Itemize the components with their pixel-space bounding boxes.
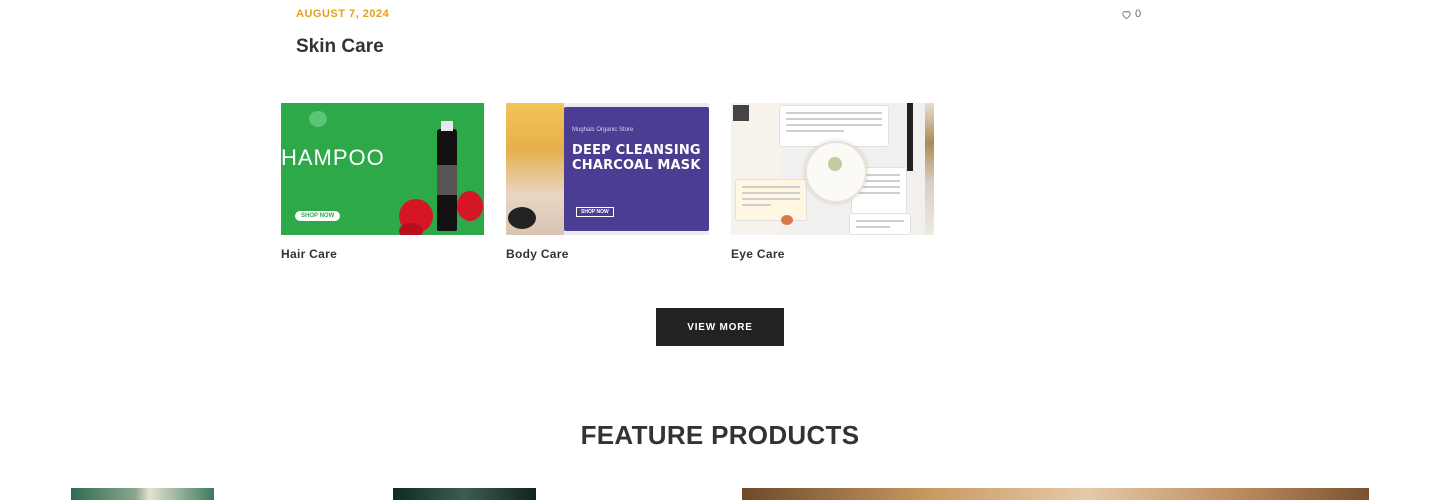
bottle-label — [437, 165, 457, 195]
image-strip — [925, 103, 934, 235]
brand-logo-icon — [309, 111, 327, 127]
dark-divider — [907, 103, 913, 171]
eye-care-image[interactable] — [731, 103, 934, 235]
hair-care-shop-button: SHOP NOW — [295, 211, 341, 221]
charcoal-jar — [508, 207, 536, 229]
review-bubble — [735, 179, 807, 221]
heart-icon — [1122, 10, 1131, 19]
featured-product-image[interactable] — [742, 488, 1369, 500]
post-date: AUGUST 7, 2024 — [296, 8, 390, 20]
promo-shop-button: SHOP NOW — [576, 207, 614, 217]
hibiscus-flower — [399, 223, 423, 235]
category-label[interactable]: Hair Care — [281, 247, 484, 261]
hair-care-headline: HAMPOO — [281, 145, 385, 170]
category-label[interactable]: Body Care — [506, 247, 709, 261]
category-card-body-care[interactable]: Mughals Organic Store DEEP CLEANSING CHA… — [506, 103, 709, 261]
view-more-button[interactable]: VIEW MORE — [656, 308, 784, 346]
category-card-hair-care[interactable]: HAMPOO SHOP NOW Hair Care — [281, 103, 484, 261]
emoji-icon — [781, 215, 793, 225]
feature-products-title: FEATURE PRODUCTS — [580, 420, 860, 450]
category-cards: HAMPOO SHOP NOW Hair Care Mughals Organi… — [281, 103, 934, 261]
likes-count: 0 — [1135, 8, 1142, 20]
category-label[interactable]: Eye Care — [731, 247, 934, 261]
avatar-chip — [733, 105, 749, 121]
hair-care-image[interactable]: HAMPOO SHOP NOW — [281, 103, 484, 235]
featured-product-image[interactable] — [393, 488, 536, 500]
body-care-image[interactable]: Mughals Organic Store DEEP CLEANSING CHA… — [506, 103, 709, 235]
post-title[interactable]: Skin Care — [296, 36, 384, 58]
likes-counter[interactable]: 0 — [1121, 8, 1141, 20]
hibiscus-flower — [457, 191, 483, 221]
promo-brand: Mughals Organic Store — [572, 127, 634, 133]
review-bubble — [849, 213, 911, 235]
promo-headline: DEEP CLEANSING CHARCOAL MASK — [572, 143, 701, 173]
category-card-eye-care[interactable]: Eye Care — [731, 103, 934, 261]
featured-product-image[interactable] — [71, 488, 214, 500]
brand-seal-icon — [805, 141, 867, 203]
